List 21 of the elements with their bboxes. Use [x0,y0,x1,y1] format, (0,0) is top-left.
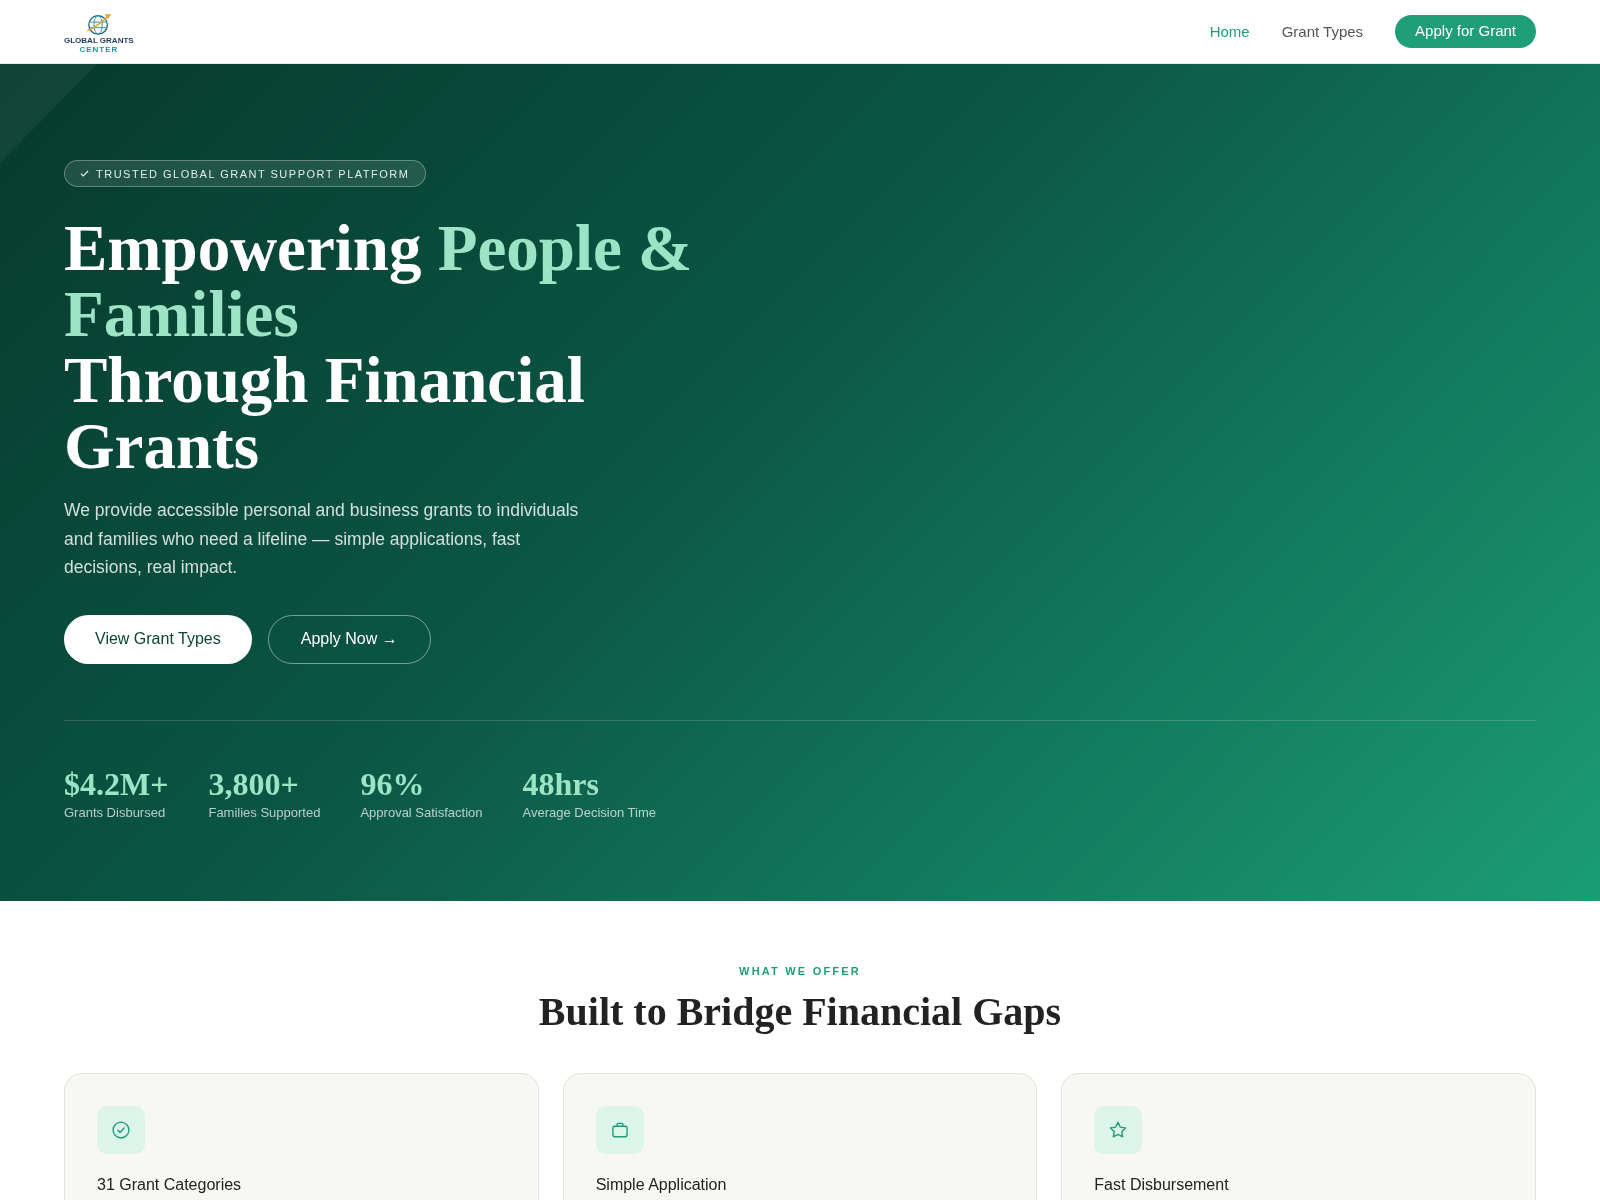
stat-value: 96% [360,764,426,804]
stat-label: Approval Satisfaction [360,803,483,822]
stat-label: Average Decision Time [522,803,656,822]
stat-label: Grants Disbursed [64,803,167,822]
hero-description: We provide accessible personal and business grants to individuals and families who need a lifeline — simple applications, fast decisions, real impact. [64,499,580,579]
logo[interactable]: GLOBAL GRANTS CENTER [64,10,134,54]
feature-title: Simple Application [595,1175,728,1195]
stat-value: 48hrs [522,764,600,804]
nav-link[interactable]: Grant Types [1281,21,1364,42]
stat-label: Families Supported [208,803,321,822]
section-title: Built to Bridge Financial Gaps [537,988,1063,1036]
hero-heading: Empowering People & Families Through Financial Grants [64,215,694,479]
check-icon [80,169,89,178]
feature-title: 31 Grant Categories [97,1175,243,1195]
view-grant-types-button[interactable]: View Grant Types [64,614,252,664]
feature-title: Fast Disbursement [1094,1175,1230,1195]
stat-value: $4.2M+ [64,764,169,804]
stat-value: 3,800+ [208,764,300,804]
briefcase-icon [595,1106,644,1154]
badge-label: TRUSTED GLOBAL GRANT SUPPORT PLATFORM [96,166,410,181]
section-eyebrow: WHAT WE OFFER [738,964,862,979]
